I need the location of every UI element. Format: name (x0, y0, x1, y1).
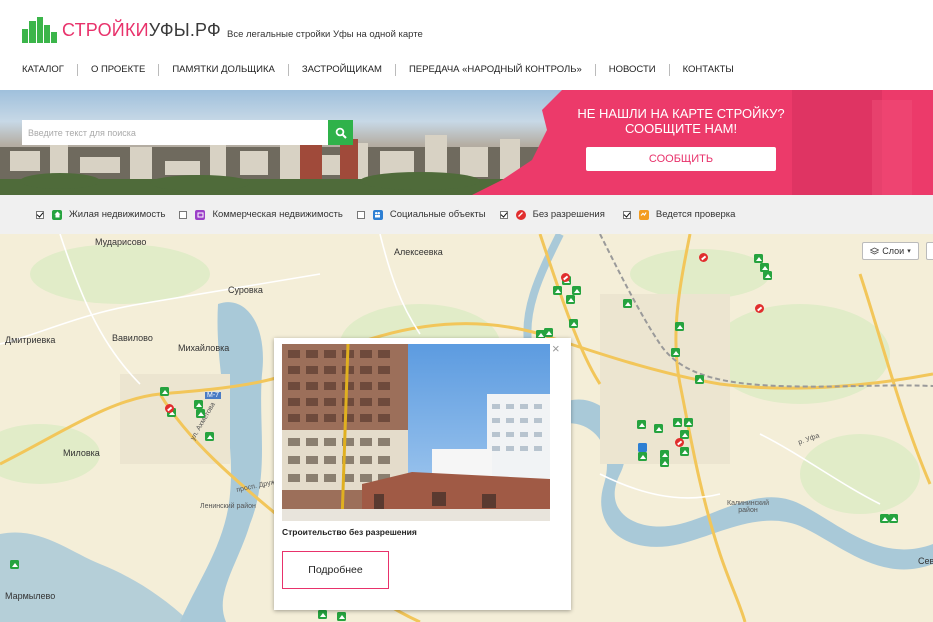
map-label-mudarisovo: Мударисово (95, 237, 147, 247)
map-marker-residential[interactable] (196, 409, 205, 418)
nav-item-news[interactable]: НОВОСТИ (594, 64, 669, 76)
map-marker-residential[interactable] (680, 447, 689, 456)
logo[interactable]: СТРОЙКИУФЫ.РФ (22, 17, 221, 43)
details-button[interactable]: Подробнее (282, 551, 389, 589)
page: СТРОЙКИУФЫ.РФ Все легальные стройки Уфы … (0, 0, 933, 622)
map-marker-residential[interactable] (673, 418, 682, 427)
map-marker-social[interactable] (638, 443, 647, 452)
layers-button-label: Слои (882, 246, 905, 256)
close-icon[interactable]: × (552, 342, 560, 355)
map-label-m7: М-7 (205, 392, 222, 399)
filter-label-commercial: Коммерческая недвижимость (212, 209, 343, 220)
map-control-button[interactable] (926, 242, 933, 260)
logo-text-part2: УФЫ.РФ (148, 19, 221, 40)
search-input[interactable] (22, 120, 328, 145)
filter-social[interactable]: Социальные объекты (356, 209, 486, 220)
layers-button[interactable]: Слои ▾ (862, 242, 919, 260)
logo-buildings-icon (22, 17, 58, 43)
forbidden-icon (515, 209, 526, 220)
map-marker-residential[interactable] (889, 514, 898, 523)
map-label-surovka: Суровка (228, 285, 263, 295)
map-marker-residential[interactable] (684, 418, 693, 427)
logo-text-part1: СТРОЙКИ (62, 19, 149, 40)
map-marker-residential[interactable] (754, 254, 763, 263)
map-label-leninsky: Ленинский район (200, 503, 256, 510)
map-marker-residential[interactable] (318, 610, 327, 619)
nav-item-memos[interactable]: ПАМЯТКИ ДОЛЬЩИКА (158, 64, 288, 76)
map-marker-residential[interactable] (623, 299, 632, 308)
nav-item-contacts[interactable]: КОНТАКТЫ (668, 64, 747, 76)
nav-item-developers[interactable]: ЗАСТРОЙЩИКАМ (287, 64, 395, 76)
map-marker-residential[interactable] (569, 319, 578, 328)
filter-label-inspection: Ведется проверка (655, 209, 736, 220)
map-label-alekseevka: Алексеевка (394, 247, 443, 257)
map-label-marmylevo: Мармылево (5, 591, 56, 601)
main-nav: КАТАЛОГ О ПРОЕКТЕ ПАМЯТКИ ДОЛЬЩИКА ЗАСТР… (0, 64, 747, 76)
map-marker-residential[interactable] (637, 420, 646, 429)
people-icon (372, 209, 383, 220)
site-header: СТРОЙКИУФЫ.РФ Все легальные стройки Уфы … (0, 0, 933, 90)
map-label-dmitrievka: Дмитриевка (5, 335, 56, 345)
map-marker-residential[interactable] (205, 432, 214, 441)
map-marker-residential[interactable] (880, 514, 889, 523)
map-label-vavilovo: Вавилово (112, 333, 153, 343)
map-marker-residential[interactable] (160, 387, 169, 396)
hero-banner: НЕ НАШЛИ НА КАРТЕ СТРОЙКУ? СООБЩИТЕ НАМ!… (0, 90, 933, 195)
chevron-down-icon: ▾ (907, 248, 911, 255)
filter-label-unpermitted: Без разрешения (532, 209, 605, 220)
map-label-kalininsky: Калининский район (727, 500, 769, 514)
search-bar (22, 120, 353, 145)
map-label-sev: Сев (918, 556, 933, 566)
map-marker-residential[interactable] (544, 328, 553, 337)
search-icon (335, 127, 347, 139)
map[interactable]: Мударисово Алексеевка Суровка Дмитриевка… (0, 234, 933, 622)
house-icon (52, 209, 62, 220)
map-marker-residential[interactable] (572, 286, 581, 295)
map-marker-unpermitted[interactable] (165, 404, 174, 413)
nav-item-tv-show[interactable]: ПЕРЕДАЧА «НАРОДНЫЙ КОНТРОЛЬ» (394, 64, 595, 76)
map-marker-unpermitted[interactable] (675, 438, 684, 447)
map-marker-residential[interactable] (675, 322, 684, 331)
promo-title: НЕ НАШЛИ НА КАРТЕ СТРОЙКУ? СООБЩИТЕ НАМ! (577, 106, 785, 136)
map-marker-residential[interactable] (763, 271, 772, 280)
map-marker-residential[interactable] (566, 295, 575, 304)
map-marker-unpermitted[interactable] (755, 304, 764, 313)
tagline: Все легальные стройки Уфы на одной карте (227, 29, 423, 40)
map-marker-unpermitted[interactable] (561, 273, 570, 282)
map-marker-residential[interactable] (695, 375, 704, 384)
checkbox-commercial[interactable] (179, 210, 188, 219)
map-marker-residential[interactable] (10, 560, 19, 569)
inspection-icon (638, 209, 649, 220)
filter-residential[interactable]: Жилая недвижимость (36, 209, 165, 220)
map-marker-residential[interactable] (660, 458, 669, 467)
shop-icon (195, 209, 206, 220)
checkbox-unpermitted[interactable] (499, 210, 508, 219)
filter-commercial[interactable]: Коммерческая недвижимость (179, 209, 343, 220)
map-marker-residential[interactable] (194, 400, 203, 409)
checkbox-inspection[interactable] (622, 210, 631, 219)
map-marker-residential[interactable] (553, 286, 562, 295)
map-marker-residential[interactable] (671, 348, 680, 357)
map-marker-residential[interactable] (337, 612, 346, 621)
checkbox-social[interactable] (356, 210, 365, 219)
map-marker-residential[interactable] (638, 452, 647, 461)
map-label-milovka: Миловка (63, 448, 100, 458)
layers-icon (870, 246, 880, 255)
filter-inspection[interactable]: Ведется проверка (622, 209, 736, 220)
map-popup: × Строительство без разрешения Подробнее (274, 338, 571, 610)
filter-label-residential: Жилая недвижимость (69, 209, 166, 220)
filter-unpermitted[interactable]: Без разрешения (499, 209, 605, 220)
report-button[interactable]: СООБЩИТЬ (586, 147, 776, 171)
search-button[interactable] (328, 120, 353, 145)
map-marker-unpermitted[interactable] (699, 253, 708, 262)
nav-item-about[interactable]: О ПРОЕКТЕ (76, 64, 158, 76)
nav-item-catalog[interactable]: КАТАЛОГ (0, 64, 77, 76)
map-marker-residential[interactable] (654, 424, 663, 433)
construction-photo (282, 344, 550, 521)
popup-caption: Строительство без разрешения (282, 527, 417, 537)
filter-bar: Жилая недвижимость Коммерческая недвижим… (0, 195, 933, 234)
checkbox-residential[interactable] (36, 210, 44, 219)
filter-label-social: Социальные объекты (389, 209, 486, 220)
map-label-mikhailovka: Михайловка (178, 343, 230, 353)
